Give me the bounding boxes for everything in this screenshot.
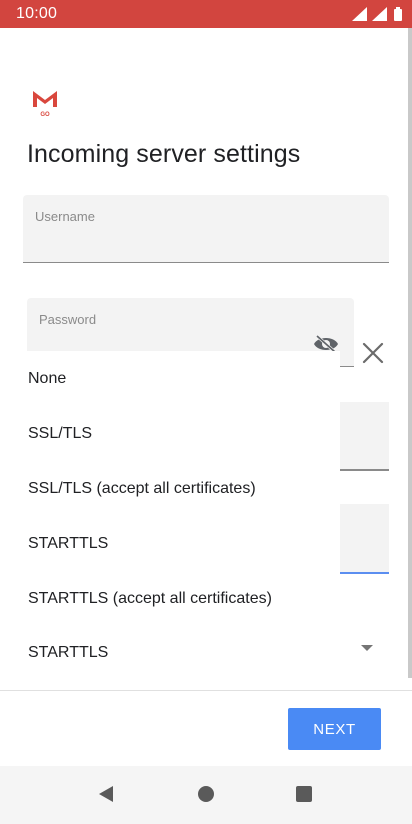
footer-divider (0, 690, 412, 691)
navigation-bar (0, 766, 412, 824)
username-label: Username (35, 209, 95, 224)
signal-icon (372, 7, 387, 21)
status-time: 10:00 (16, 5, 58, 22)
chevron-down-icon[interactable] (360, 640, 374, 658)
home-icon[interactable] (197, 784, 215, 809)
password-label: Password (39, 312, 97, 327)
server-field[interactable] (340, 402, 389, 471)
menu-item-starttls-accept-all[interactable]: STARTTLS (accept all certificates) (28, 590, 272, 608)
status-icons (352, 6, 404, 22)
security-type-select[interactable]: STARTTLS (28, 644, 108, 662)
svg-text:GO: GO (40, 112, 50, 118)
menu-item-ssl-tls[interactable]: SSL/TLS (28, 425, 92, 443)
gmail-go-logo-icon: GO (32, 88, 58, 120)
next-button[interactable]: NEXT (288, 708, 381, 750)
status-bar: 10:00 (0, 0, 412, 28)
wifi-icon (352, 7, 367, 21)
username-field[interactable]: Username (23, 195, 389, 263)
back-icon[interactable] (97, 784, 115, 809)
menu-item-none[interactable]: None (28, 370, 66, 388)
battery-icon (394, 7, 402, 21)
menu-item-ssl-tls-accept-all[interactable]: SSL/TLS (accept all certificates) (28, 480, 256, 498)
menu-item-starttls[interactable]: STARTTLS (28, 535, 108, 553)
page-title: Incoming server settings (27, 140, 301, 168)
port-field[interactable] (340, 504, 389, 574)
close-icon[interactable] (360, 340, 386, 366)
recents-icon[interactable] (295, 784, 313, 809)
scrollbar[interactable] (408, 28, 412, 678)
